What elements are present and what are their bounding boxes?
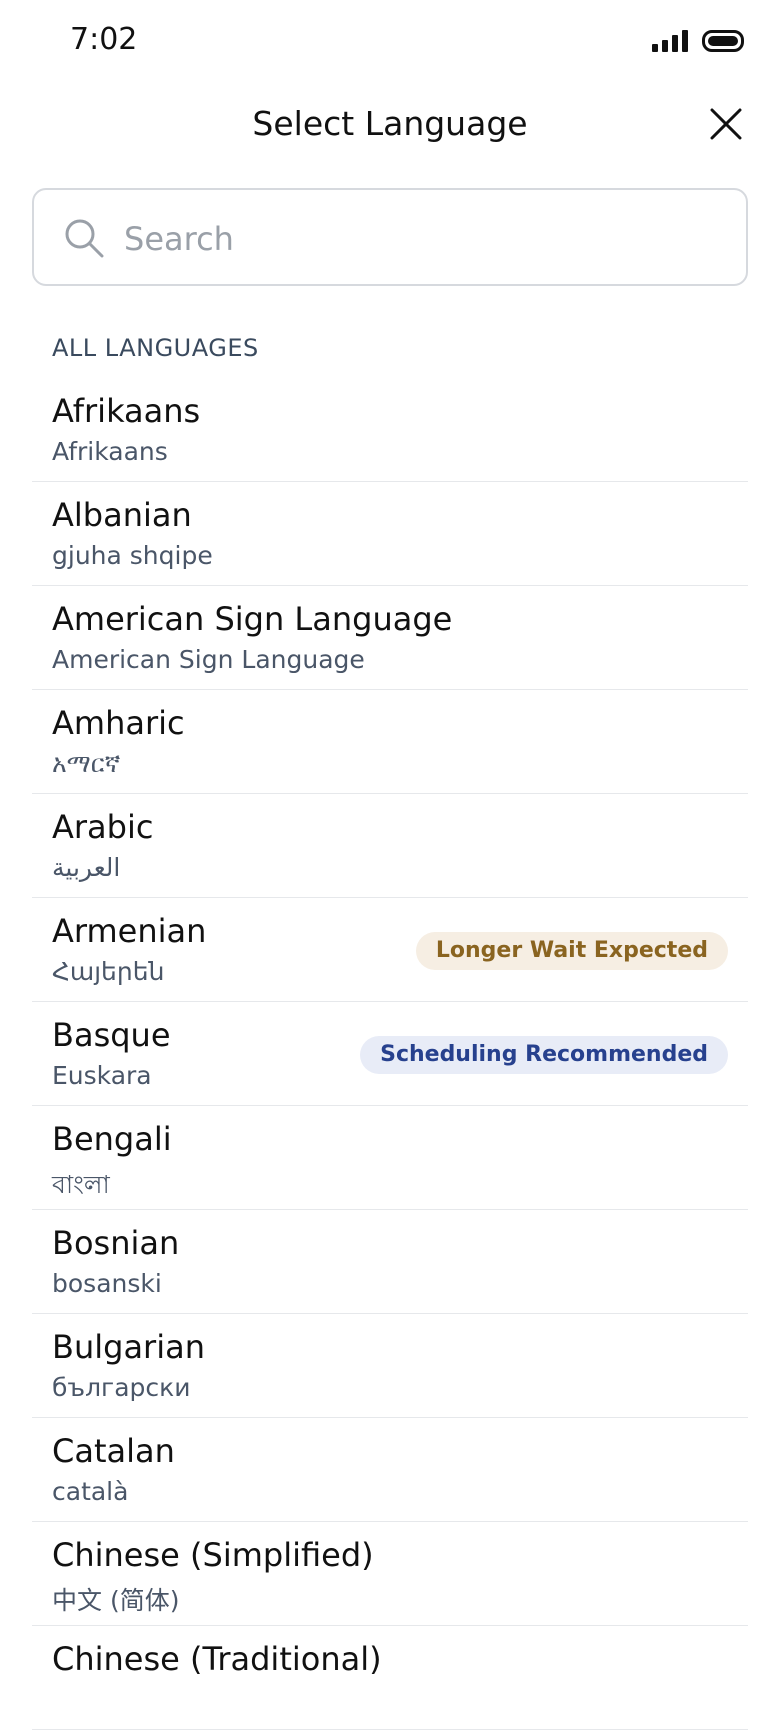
language-item[interactable]: American Sign Language American Sign Lang…: [32, 586, 748, 690]
language-name: Catalan: [52, 1432, 175, 1470]
language-item[interactable]: Armenian Հայերեն Longer Wait Expected: [32, 898, 748, 1002]
language-name: American Sign Language: [52, 600, 453, 638]
longer-wait-badge: Longer Wait Expected: [415, 932, 728, 970]
language-name: Albanian: [52, 496, 192, 534]
language-native-name: Հայերեն: [52, 957, 165, 986]
language-name: Afrikaans: [52, 392, 201, 430]
language-native-name: 中文 (简体): [52, 1586, 180, 1615]
language-native-name: Afrikaans: [52, 437, 168, 466]
search-box[interactable]: [32, 188, 748, 286]
language-name: Chinese (Traditional): [52, 1640, 382, 1678]
language-native-name: አማርኛ: [52, 749, 121, 778]
language-native-name: български: [52, 1373, 191, 1402]
status-bar: 7:02: [0, 0, 780, 86]
header: Select Language: [0, 86, 780, 166]
language-item[interactable]: Albanian gjuha shqipe: [32, 482, 748, 586]
language-name: Bulgarian: [52, 1328, 205, 1366]
page-title: Select Language: [252, 104, 528, 143]
language-item[interactable]: Afrikaans Afrikaans: [32, 378, 748, 482]
language-name: Chinese (Simplified): [52, 1536, 374, 1574]
close-button[interactable]: [704, 102, 748, 146]
language-native-name: bosanski: [52, 1269, 162, 1298]
battery-icon: [702, 30, 744, 52]
language-native-name: American Sign Language: [52, 645, 365, 674]
status-time: 7:02: [70, 22, 138, 57]
search-icon: [65, 219, 104, 258]
language-item[interactable]: Amharic አማርኛ: [32, 690, 748, 794]
language-item[interactable]: Chinese (Traditional): [32, 1626, 748, 1730]
language-list: Afrikaans Afrikaans Albanian gjuha shqipe Am…: [32, 378, 748, 1730]
scheduling-recommended-badge: Scheduling Recommended: [360, 1036, 728, 1074]
language-native-name: gjuha shqipe: [52, 541, 213, 570]
language-name: Basque: [52, 1016, 171, 1054]
cellular-signal-icon: [652, 30, 688, 52]
language-item[interactable]: Chinese (Simplified) 中文 (简体): [32, 1522, 748, 1626]
language-name: Amharic: [52, 704, 185, 742]
search-input[interactable]: [122, 212, 726, 266]
language-name: Bosnian: [52, 1224, 180, 1262]
language-item[interactable]: Bulgarian български: [32, 1314, 748, 1418]
language-name: Armenian: [52, 912, 207, 950]
language-name: Bengali: [52, 1120, 172, 1158]
status-icons: [652, 30, 744, 52]
language-native-name: català: [52, 1477, 129, 1506]
close-icon: [710, 108, 742, 140]
language-name: Arabic: [52, 808, 154, 846]
language-native-name: العربية: [52, 853, 121, 882]
language-native-name: বাংলা: [52, 1170, 110, 1199]
section-label: ALL LANGUAGES: [52, 334, 259, 362]
language-item[interactable]: Arabic العربية: [32, 794, 748, 898]
language-item[interactable]: Bengali বাংলা: [32, 1106, 748, 1210]
language-item[interactable]: Bosnian bosanski: [32, 1210, 748, 1314]
language-native-name: Euskara: [52, 1061, 152, 1090]
language-item[interactable]: Basque Euskara Scheduling Recommended: [32, 1002, 748, 1106]
language-item[interactable]: Catalan català: [32, 1418, 748, 1522]
